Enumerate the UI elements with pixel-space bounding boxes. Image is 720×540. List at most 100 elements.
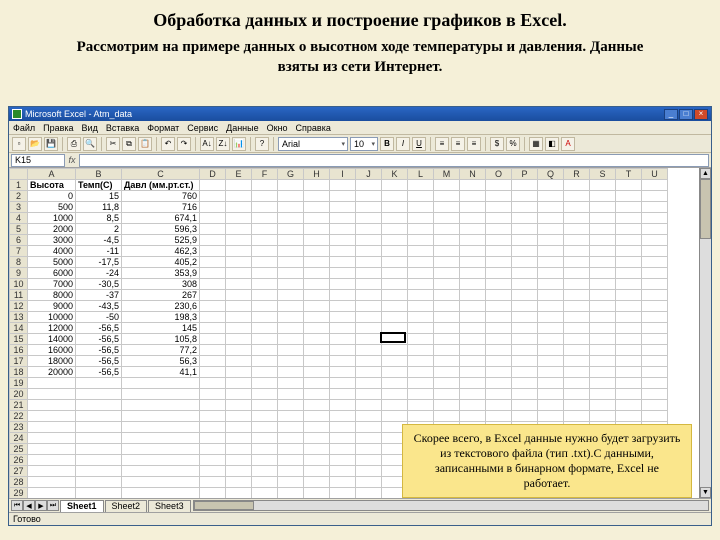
cell-M15[interactable] — [434, 334, 460, 345]
cell-C14[interactable]: 145 — [122, 323, 200, 334]
cell-D16[interactable] — [200, 345, 226, 356]
borders-icon[interactable]: ▦ — [529, 137, 543, 151]
cell-E29[interactable] — [226, 488, 252, 499]
cell-U14[interactable] — [642, 323, 668, 334]
cell-K8[interactable] — [382, 257, 408, 268]
cell-D23[interactable] — [200, 422, 226, 433]
select-all-corner[interactable] — [10, 169, 28, 180]
cell-J25[interactable] — [356, 444, 382, 455]
row-header-24[interactable]: 24 — [10, 433, 28, 444]
col-header-Q[interactable]: Q — [538, 169, 564, 180]
titlebar[interactable]: Microsoft Excel - Atm_data _ □ × — [9, 107, 711, 121]
cell-T17[interactable] — [616, 356, 642, 367]
col-header-B[interactable]: B — [76, 169, 122, 180]
cell-Q7[interactable] — [538, 246, 564, 257]
preview-icon[interactable]: 🔍 — [83, 137, 97, 151]
cell-Q17[interactable] — [538, 356, 564, 367]
cell-B14[interactable]: -56,5 — [76, 323, 122, 334]
cut-icon[interactable]: ✂ — [106, 137, 120, 151]
cell-F26[interactable] — [252, 455, 278, 466]
cell-B26[interactable] — [76, 455, 122, 466]
align-center-icon[interactable]: ≡ — [451, 137, 465, 151]
cell-G11[interactable] — [278, 290, 304, 301]
cell-G1[interactable] — [278, 180, 304, 191]
cell-J1[interactable] — [356, 180, 382, 191]
cell-I16[interactable] — [330, 345, 356, 356]
cell-D12[interactable] — [200, 301, 226, 312]
cell-R14[interactable] — [564, 323, 590, 334]
cell-U8[interactable] — [642, 257, 668, 268]
row-header-22[interactable]: 22 — [10, 411, 28, 422]
cell-G10[interactable] — [278, 279, 304, 290]
cell-E28[interactable] — [226, 477, 252, 488]
menu-item-0[interactable]: Файл — [13, 123, 35, 133]
cell-Q6[interactable] — [538, 235, 564, 246]
cell-M12[interactable] — [434, 301, 460, 312]
cell-C13[interactable]: 198,3 — [122, 312, 200, 323]
cell-F12[interactable] — [252, 301, 278, 312]
cell-C25[interactable] — [122, 444, 200, 455]
cell-O6[interactable] — [486, 235, 512, 246]
cell-B6[interactable]: -4,5 — [76, 235, 122, 246]
cell-J18[interactable] — [356, 367, 382, 378]
cell-I19[interactable] — [330, 378, 356, 389]
save-icon[interactable]: 💾 — [44, 137, 58, 151]
cell-S19[interactable] — [590, 378, 616, 389]
cell-D8[interactable] — [200, 257, 226, 268]
tab-nav-3[interactable]: ⏭ — [47, 500, 59, 511]
cell-L7[interactable] — [408, 246, 434, 257]
cell-L14[interactable] — [408, 323, 434, 334]
sort-asc-icon[interactable]: A↓ — [200, 137, 214, 151]
cell-Q15[interactable] — [538, 334, 564, 345]
row-header-5[interactable]: 5 — [10, 224, 28, 235]
cell-H7[interactable] — [304, 246, 330, 257]
cell-T21[interactable] — [616, 400, 642, 411]
cell-R13[interactable] — [564, 312, 590, 323]
cell-E21[interactable] — [226, 400, 252, 411]
row-header-4[interactable]: 4 — [10, 213, 28, 224]
cell-H20[interactable] — [304, 389, 330, 400]
row-header-1[interactable]: 1 — [10, 180, 28, 191]
cell-S17[interactable] — [590, 356, 616, 367]
cell-N12[interactable] — [460, 301, 486, 312]
row-header-13[interactable]: 13 — [10, 312, 28, 323]
cell-O21[interactable] — [486, 400, 512, 411]
cell-M9[interactable] — [434, 268, 460, 279]
cell-A19[interactable] — [28, 378, 76, 389]
cell-J10[interactable] — [356, 279, 382, 290]
cell-U2[interactable] — [642, 191, 668, 202]
cell-K14[interactable] — [382, 323, 408, 334]
cell-I27[interactable] — [330, 466, 356, 477]
row-header-11[interactable]: 11 — [10, 290, 28, 301]
cell-A1[interactable]: Высота — [28, 180, 76, 191]
cell-F6[interactable] — [252, 235, 278, 246]
cell-L8[interactable] — [408, 257, 434, 268]
cell-D13[interactable] — [200, 312, 226, 323]
col-header-I[interactable]: I — [330, 169, 356, 180]
cell-I20[interactable] — [330, 389, 356, 400]
cell-F10[interactable] — [252, 279, 278, 290]
italic-icon[interactable]: I — [396, 137, 410, 151]
cell-T22[interactable] — [616, 411, 642, 422]
cell-B17[interactable]: -56,5 — [76, 356, 122, 367]
cell-T10[interactable] — [616, 279, 642, 290]
cell-S15[interactable] — [590, 334, 616, 345]
cell-O4[interactable] — [486, 213, 512, 224]
cell-S4[interactable] — [590, 213, 616, 224]
cell-A23[interactable] — [28, 422, 76, 433]
cell-B3[interactable]: 11,8 — [76, 202, 122, 213]
cell-P10[interactable] — [512, 279, 538, 290]
cell-G3[interactable] — [278, 202, 304, 213]
cell-U17[interactable] — [642, 356, 668, 367]
cell-N3[interactable] — [460, 202, 486, 213]
cell-U19[interactable] — [642, 378, 668, 389]
cell-M3[interactable] — [434, 202, 460, 213]
cell-M17[interactable] — [434, 356, 460, 367]
cell-Q14[interactable] — [538, 323, 564, 334]
cell-A17[interactable]: 18000 — [28, 356, 76, 367]
cell-G24[interactable] — [278, 433, 304, 444]
cell-M5[interactable] — [434, 224, 460, 235]
cell-E20[interactable] — [226, 389, 252, 400]
cell-H17[interactable] — [304, 356, 330, 367]
cell-M21[interactable] — [434, 400, 460, 411]
